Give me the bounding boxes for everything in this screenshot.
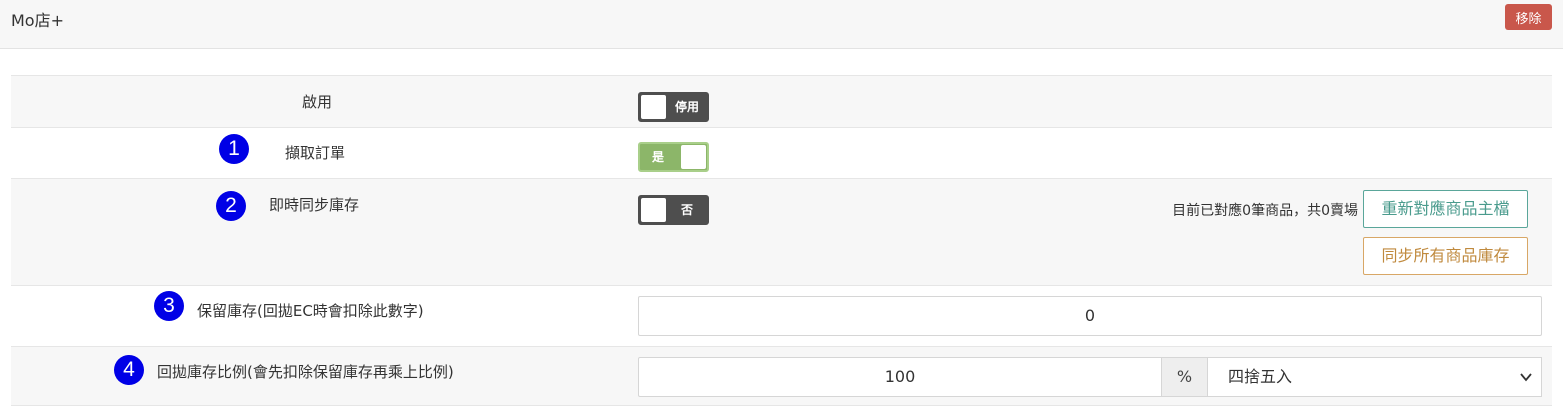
reserve-stock-input[interactable]: 0 (638, 296, 1542, 336)
row-return-ratio: 4 回拋庫存比例(會先扣除保留庫存再乘上比例) 100 % 四捨五入 (11, 346, 1552, 406)
enable-label: 啟用 (302, 93, 333, 111)
row-realtime-sync: 2 即時同步庫存 否 目前已對應0筆商品，共0賣場 重新對應商品主檔 同步所有商… (11, 178, 1552, 285)
rounding-selected-value: 四捨五入 (1228, 367, 1293, 386)
reserve-stock-label: 保留庫存(回拋EC時會扣除此數字) (197, 302, 424, 320)
remove-button[interactable]: 移除 (1505, 4, 1552, 30)
row-fetch-orders: 1 擷取訂單 是 (11, 127, 1552, 178)
realtime-sync-label: 即時同步庫存 (269, 196, 360, 214)
panel-title: Mo店+ (11, 11, 65, 30)
step-3-badge: 3 (154, 291, 184, 321)
step-4-badge: 4 (114, 355, 144, 385)
mapping-status-text: 目前已對應0筆商品，共0賣場 (1172, 203, 1358, 219)
chevron-down-icon (1520, 373, 1532, 382)
panel-header: Mo店+ 移除 (0, 0, 1563, 49)
step-2-badge: 2 (216, 191, 246, 221)
realtime-sync-toggle[interactable]: 否 (638, 195, 709, 225)
sync-all-stock-button[interactable]: 同步所有商品庫存 (1363, 237, 1528, 275)
return-ratio-label: 回拋庫存比例(會先扣除保留庫存再乘上比例) (157, 363, 454, 381)
percent-addon: % (1161, 357, 1208, 397)
toggle-knob (681, 145, 706, 169)
toggle-text: 否 (681, 203, 694, 217)
fetch-orders-label: 擷取訂單 (285, 144, 346, 162)
fetch-orders-toggle[interactable]: 是 (638, 142, 709, 172)
toggle-knob (641, 198, 666, 222)
enable-toggle[interactable]: 停用 (638, 92, 709, 122)
toggle-text: 停用 (675, 100, 700, 114)
rounding-select[interactable]: 四捨五入 (1207, 357, 1542, 397)
remap-products-button[interactable]: 重新對應商品主檔 (1363, 190, 1528, 228)
row-enable: 啟用 停用 (11, 75, 1552, 127)
return-ratio-input[interactable]: 100 (638, 357, 1162, 397)
row-reserve-stock: 3 保留庫存(回拋EC時會扣除此數字) 0 (11, 285, 1552, 346)
step-1-badge: 1 (219, 134, 249, 164)
toggle-text: 是 (652, 150, 665, 164)
toggle-knob (641, 95, 666, 119)
